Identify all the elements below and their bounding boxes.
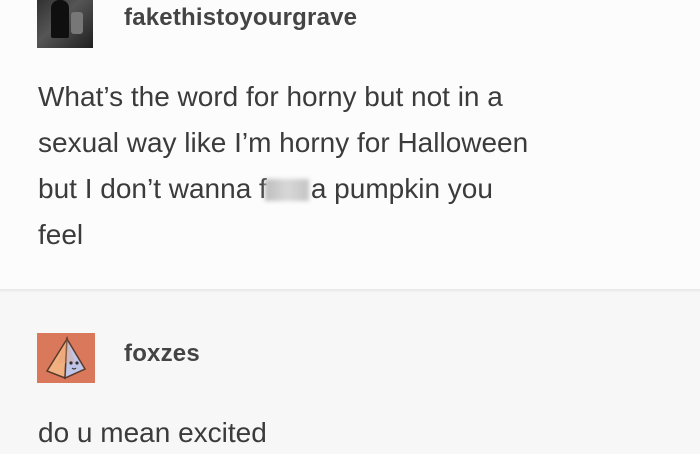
post-text-line: sexual way like I’m horny for Halloween (38, 127, 529, 158)
censor-blur (264, 179, 309, 201)
pyramid-icon (45, 336, 87, 380)
username[interactable]: foxzes (124, 340, 200, 368)
post-text-line: feel (38, 219, 84, 250)
post-text: do u mean excited (38, 417, 267, 448)
post-original: fakethistoyourgrave What’s the word for … (0, 0, 700, 290)
username[interactable]: fakethistoyourgrave (124, 4, 357, 32)
post-text-line: but I don’t wanna f a pumpkin you (38, 166, 678, 212)
pyramid-avatar-icon[interactable] (37, 333, 95, 383)
post-text-fragment: but I don’t wanna f (38, 173, 267, 204)
post-text-fragment: a pumpkin you (310, 173, 493, 204)
post-text: What’s the word for horny but not in a s… (38, 74, 678, 258)
post-text-line: What’s the word for horny but not in a (38, 81, 503, 112)
avatar-figure (51, 0, 69, 38)
tumblr-thread: fakethistoyourgrave What’s the word for … (0, 0, 700, 454)
user-avatar[interactable] (37, 0, 93, 48)
avatar-highlight (71, 12, 83, 34)
